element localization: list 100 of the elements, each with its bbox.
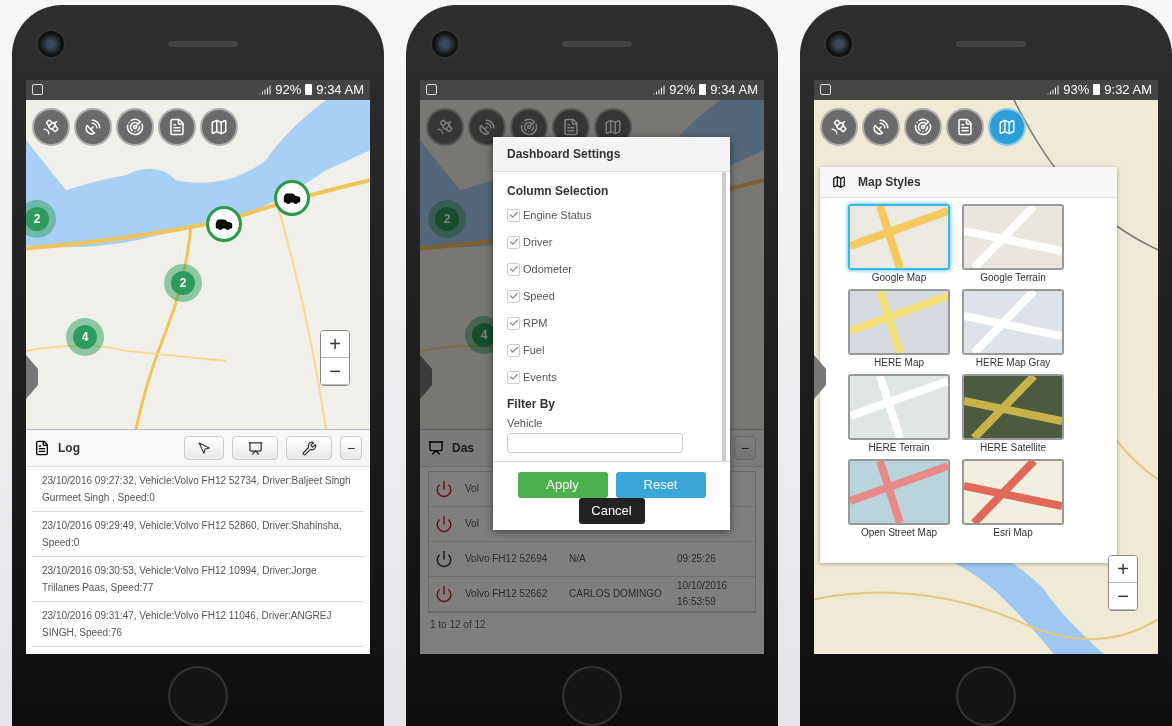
notification-icon (426, 84, 437, 96)
document-icon (562, 117, 580, 136)
table-cell-text: CARLOS DOMINGO (568, 587, 663, 602)
satellite-icon (830, 117, 848, 136)
column-checkbox[interactable]: Engine Status (507, 203, 708, 227)
dialog-title: Dashboard Settings (493, 136, 730, 172)
map-style-thumbnail[interactable] (962, 373, 1064, 440)
satellite-dish-icon (478, 117, 496, 136)
pointer-button[interactable] (184, 436, 224, 461)
panel-title: Map Styles (858, 174, 921, 189)
map-style-thumbnail[interactable] (962, 288, 1064, 355)
column-checkbox[interactable]: RPM (507, 311, 708, 335)
signal-icon (653, 83, 666, 96)
pointer-icon (197, 441, 211, 455)
minimize-button[interactable]: − (734, 436, 756, 461)
front-camera (36, 28, 66, 59)
battery-icon (305, 84, 313, 96)
battery-level: 93% (1063, 82, 1090, 98)
column-checkbox[interactable]: Speed (507, 284, 708, 308)
notification-icon (32, 84, 43, 96)
style-label: Google Terrain (980, 271, 1046, 283)
map-style-thumbnail[interactable] (848, 373, 950, 440)
phone-speaker (562, 40, 632, 47)
side-tab-icon[interactable] (420, 354, 432, 399)
battery-level: 92% (275, 82, 302, 98)
record-count: 1 to 12 of 12 (429, 618, 487, 633)
phone-speaker (956, 40, 1026, 47)
style-label: Esri Map (993, 526, 1033, 538)
map-icon (604, 117, 622, 136)
field-label: Vehicle (507, 416, 544, 429)
style-label: HERE Terrain (868, 441, 930, 453)
satellite-icon (42, 117, 60, 136)
style-label: Google Map (871, 271, 927, 283)
section-heading: Filter By (507, 396, 556, 411)
presentation-icon (428, 440, 444, 457)
zoom-in-button[interactable]: + (321, 330, 349, 358)
clock-time: 9:32 AM (1104, 82, 1152, 98)
column-checkbox[interactable]: Events (507, 365, 708, 389)
battery-level: 92% (669, 82, 696, 98)
cancel-button[interactable]: Cancel (578, 497, 645, 524)
zoom-in-button[interactable]: + (1109, 555, 1137, 583)
table-cell-text: Vol (464, 517, 480, 532)
checkbox[interactable] (507, 208, 520, 222)
phone-speaker (168, 40, 238, 47)
checkbox[interactable] (507, 262, 520, 276)
battery-icon (1093, 84, 1101, 96)
checkbox[interactable] (507, 289, 520, 303)
clock-time: 9:34 AM (710, 82, 758, 98)
table-cell-text: 10/10/2016 16:53:59 (676, 579, 729, 610)
side-tab-icon[interactable] (814, 354, 826, 399)
table-cell-text: 09:25:26 (676, 552, 717, 567)
map-style-thumbnail[interactable] (962, 203, 1064, 270)
dashboard-button[interactable] (232, 436, 278, 461)
clock-time: 9:34 AM (316, 82, 364, 98)
table-cell-text: N/A (568, 552, 587, 567)
radar-icon (126, 117, 144, 136)
wrench-icon (301, 440, 317, 456)
radar-icon (520, 117, 538, 136)
log-icon (34, 440, 50, 457)
document-icon (168, 117, 186, 136)
map-style-thumbnail[interactable] (962, 458, 1064, 525)
column-checkbox[interactable]: Driver (507, 230, 708, 254)
map-icon (998, 117, 1016, 136)
style-label: Open Street Map (860, 526, 938, 538)
minimize-button[interactable]: − (340, 436, 362, 461)
cluster-marker[interactable]: 2 (164, 263, 202, 302)
section-heading: Column Selection (507, 183, 610, 198)
checkbox[interactable] (507, 316, 520, 330)
log-entry: 23/10/2016 09:30:53, Vehicle:Volvo FH12 10994, Driver:Jorge Trillanes Paas, Speed:77 (32, 557, 364, 603)
satellite-dish-icon (872, 117, 890, 136)
checkbox[interactable] (507, 343, 520, 357)
satellite-icon (436, 117, 454, 136)
front-camera (824, 28, 854, 59)
side-tab-icon[interactable] (26, 354, 38, 399)
tools-button[interactable] (286, 436, 332, 461)
front-camera (430, 28, 460, 59)
notification-icon (820, 84, 831, 96)
signal-icon (1047, 83, 1060, 96)
style-label: HERE Map Gray (975, 356, 1051, 368)
column-checkbox[interactable]: Odometer (507, 257, 708, 281)
style-label: HERE Map (874, 356, 924, 368)
map-style-thumbnail[interactable] (848, 458, 950, 525)
map-icon (210, 117, 228, 136)
column-checkbox[interactable]: Fuel (507, 338, 708, 362)
map-style-thumbnail[interactable] (848, 203, 950, 270)
log-entry: 23/10/2016 09:29:49, Vehicle:Volvo FH12 52860, Driver:Shahinsha, Speed:0 (32, 512, 364, 558)
log-entry: 23/10/2016 09:27:32, Vehicle:Volvo FH12 52734, Driver:Baljeet Singh Gurmeet Singh , Speed:0 (32, 467, 364, 513)
document-icon (956, 117, 974, 136)
cluster-marker[interactable]: 2 (26, 199, 56, 238)
log-entry: 23/10/2016 09:31:47, Vehicle:Volvo FH12 11046, Driver:ANGREJ SINGH, Speed:76 (32, 602, 364, 648)
checkbox[interactable] (507, 235, 520, 249)
radar-icon (914, 117, 932, 136)
battery-icon (699, 84, 707, 96)
table-cell-text: Volvo FH12 52694 (464, 552, 549, 567)
signal-icon (259, 83, 272, 96)
cluster-marker[interactable]: 4 (66, 317, 104, 356)
style-label: HERE Satellite (979, 441, 1047, 453)
vehicle-field[interactable] (507, 432, 683, 453)
checkbox[interactable] (507, 370, 520, 384)
map-style-thumbnail[interactable] (848, 288, 950, 355)
